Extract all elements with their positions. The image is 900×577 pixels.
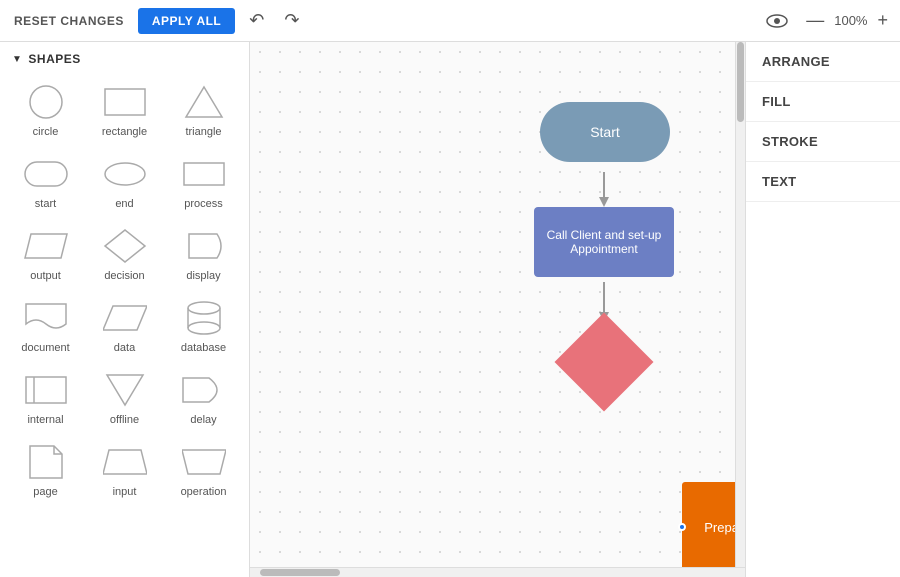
shape-triangle[interactable]: triangle bbox=[166, 76, 241, 144]
shape-process-icon bbox=[179, 154, 229, 194]
shape-input[interactable]: input bbox=[87, 436, 162, 504]
shape-process-label: process bbox=[184, 198, 223, 210]
toolbar: RESET CHANGES APPLY ALL ↶ ↷ — 100% + bbox=[0, 0, 900, 42]
shapes-header[interactable]: ▼ SHAPES bbox=[0, 42, 249, 72]
shape-delay-label: delay bbox=[190, 414, 216, 426]
shape-decision[interactable]: decision bbox=[87, 220, 162, 288]
right-panel: ARRANGE FILL STROKE TEXT bbox=[745, 42, 900, 577]
shape-triangle-label: triangle bbox=[185, 126, 221, 138]
main-layout: ▼ SHAPES circle rectangle bbox=[0, 42, 900, 577]
start-node[interactable]: Start bbox=[540, 102, 670, 162]
shape-circle-label: circle bbox=[33, 126, 59, 138]
zoom-out-button[interactable]: — bbox=[802, 10, 828, 31]
shape-database-label: database bbox=[181, 342, 226, 354]
shape-display[interactable]: display bbox=[166, 220, 241, 288]
shape-internal[interactable]: internal bbox=[8, 364, 83, 432]
shape-rectangle-label: rectangle bbox=[102, 126, 147, 138]
shape-output-icon bbox=[21, 226, 71, 266]
shape-document-icon bbox=[21, 298, 71, 338]
apply-all-button[interactable]: APPLY ALL bbox=[138, 8, 235, 34]
shape-output[interactable]: output bbox=[8, 220, 83, 288]
shape-process[interactable]: process bbox=[166, 148, 241, 216]
shape-triangle-icon bbox=[179, 82, 229, 122]
shape-end-icon bbox=[100, 154, 150, 194]
shape-circle[interactable]: circle bbox=[8, 76, 83, 144]
reset-changes-button[interactable]: RESET CHANGES bbox=[8, 10, 130, 32]
shape-operation-icon bbox=[179, 442, 229, 482]
shape-operation-label: operation bbox=[181, 486, 227, 498]
arrows-svg bbox=[250, 42, 745, 577]
shape-decision-label: decision bbox=[104, 270, 144, 282]
canvas-horizontal-scrollbar-thumb[interactable] bbox=[260, 569, 340, 576]
shape-rectangle[interactable]: rectangle bbox=[87, 76, 162, 144]
shape-input-label: input bbox=[113, 486, 137, 498]
shape-display-label: display bbox=[186, 270, 220, 282]
shapes-grid: circle rectangle triangle bbox=[0, 72, 249, 512]
shape-document[interactable]: document bbox=[8, 292, 83, 360]
zoom-level: 100% bbox=[834, 13, 867, 28]
shape-start[interactable]: start bbox=[8, 148, 83, 216]
shape-end[interactable]: end bbox=[87, 148, 162, 216]
shape-data-label: data bbox=[114, 342, 135, 354]
process-node[interactable]: Call Client and set-up Appointment bbox=[534, 207, 674, 277]
canvas-horizontal-scrollbar[interactable] bbox=[250, 567, 745, 577]
shape-data[interactable]: data bbox=[87, 292, 162, 360]
chevron-down-icon: ▼ bbox=[12, 54, 22, 65]
shape-display-icon bbox=[179, 226, 229, 266]
start-node-label: Start bbox=[590, 124, 620, 140]
shape-database-icon bbox=[179, 298, 229, 338]
shape-decision-icon bbox=[100, 226, 150, 266]
shape-operation[interactable]: operation bbox=[166, 436, 241, 504]
process-node-label: Call Client and set-up Appointment bbox=[542, 228, 666, 256]
fill-section[interactable]: FILL bbox=[746, 82, 900, 122]
arrange-section[interactable]: ARRANGE bbox=[746, 42, 900, 82]
shape-offline-label: offline bbox=[110, 414, 139, 426]
shapes-panel: ▼ SHAPES circle rectangle bbox=[0, 42, 250, 577]
shape-internal-label: internal bbox=[27, 414, 63, 426]
shape-data-icon bbox=[100, 298, 150, 338]
shape-page[interactable]: page bbox=[8, 436, 83, 504]
shape-page-label: page bbox=[33, 486, 57, 498]
shape-circle-icon bbox=[21, 82, 71, 122]
canvas-vertical-scrollbar-thumb[interactable] bbox=[737, 42, 744, 122]
shape-rectangle-icon bbox=[100, 82, 150, 122]
shape-output-label: output bbox=[30, 270, 61, 282]
shape-database[interactable]: database bbox=[166, 292, 241, 360]
handle-left bbox=[678, 523, 686, 531]
shape-delay[interactable]: delay bbox=[166, 364, 241, 432]
shape-start-icon bbox=[21, 154, 71, 194]
preview-button[interactable] bbox=[760, 10, 794, 32]
text-section[interactable]: TEXT bbox=[746, 162, 900, 202]
shape-input-icon bbox=[100, 442, 150, 482]
canvas-vertical-scrollbar[interactable] bbox=[735, 42, 745, 577]
shape-document-label: document bbox=[21, 342, 69, 354]
zoom-in-button[interactable]: + bbox=[873, 10, 892, 31]
decision-node[interactable] bbox=[555, 313, 654, 412]
undo-button[interactable]: ↶ bbox=[243, 6, 270, 35]
stroke-section[interactable]: STROKE bbox=[746, 122, 900, 162]
shape-offline[interactable]: offline bbox=[87, 364, 162, 432]
shapes-header-label: SHAPES bbox=[28, 52, 80, 66]
shape-start-label: start bbox=[35, 198, 56, 210]
shape-offline-icon bbox=[100, 370, 150, 410]
redo-button[interactable]: ↷ bbox=[278, 6, 305, 35]
shape-delay-icon bbox=[179, 370, 229, 410]
shape-page-icon bbox=[21, 442, 71, 482]
canvas-area[interactable]: Start Call Client and set-up Appointment… bbox=[250, 42, 745, 577]
shape-internal-icon bbox=[21, 370, 71, 410]
shape-end-label: end bbox=[115, 198, 133, 210]
zoom-controls: — 100% + bbox=[802, 10, 892, 31]
